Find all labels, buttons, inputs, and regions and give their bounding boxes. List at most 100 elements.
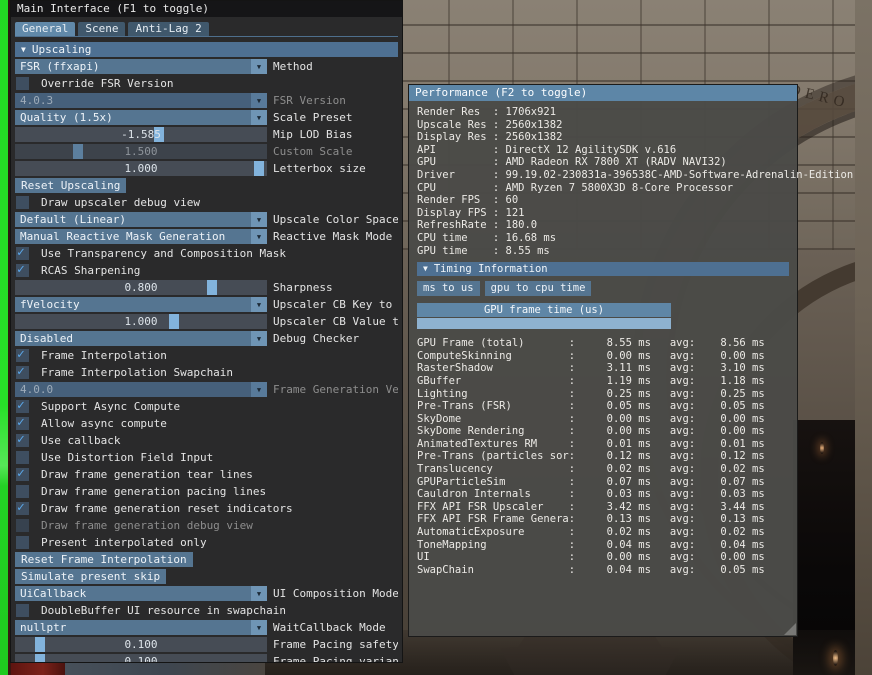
- checkbox-draw-frame-generation-debug-view[interactable]: [16, 519, 29, 532]
- checkbox-allow-async-compute[interactable]: [16, 417, 29, 430]
- combo-label: Frame Generation Versio: [273, 383, 398, 396]
- timing-row-ffx-api-fsr-frame-genera: FFX API FSR Frame Genera: 0.13 ms avg: 0…: [417, 513, 789, 526]
- info-line-render-res: Render Res : 1706x921: [417, 106, 789, 119]
- timing-table: GPU Frame (total) : 8.55 ms avg: 8.56 ms…: [417, 337, 789, 576]
- combo-value: Quality (1.5x): [15, 110, 251, 125]
- info-line-upscale-res: Upscale Res : 2560x1382: [417, 119, 789, 132]
- row-method: FSR (ffxapi)▼Method: [15, 59, 398, 74]
- checkbox-support-async-compute[interactable]: [16, 400, 29, 413]
- combo-debug-checker[interactable]: Disabled▼: [15, 331, 267, 346]
- row-scale-preset: Quality (1.5x)▼Scale Preset: [15, 110, 398, 125]
- button-ms-to-us[interactable]: ms to us: [417, 281, 480, 296]
- checkbox-draw-upscaler-debug-view[interactable]: [16, 196, 29, 209]
- row-frame-pacing-safetymarg: 0.100 Frame Pacing safetyMarg: [15, 637, 398, 652]
- checkbox-label: DoubleBuffer UI resource in swapchain: [41, 604, 286, 617]
- checkbox-doublebuffer-ui-resource-in-swapchain[interactable]: [16, 604, 29, 617]
- timing-information-header[interactable]: ▼Timing Information: [417, 262, 789, 276]
- checkbox-rcas-sharpening[interactable]: [16, 264, 29, 277]
- resize-grip[interactable]: [784, 623, 796, 635]
- frame-generation-tear-line: [0, 0, 8, 675]
- combo-value: FSR (ffxapi): [15, 59, 251, 74]
- chevron-down-icon: ▼: [251, 297, 267, 312]
- combo-ui-composition-mode[interactable]: UiCallback▼: [15, 586, 267, 601]
- slider-label: Frame Pacing safetyMarg: [273, 638, 398, 651]
- row-letterbox-size: 1.000Letterbox size: [15, 161, 398, 176]
- row-rcas-sharpening: RCAS Sharpening: [15, 263, 398, 278]
- row-upscaling: ▼Upscaling: [15, 42, 398, 57]
- slider-frame-pacing-safetymarg[interactable]: 0.100: [15, 637, 267, 652]
- slider-letterbox-size[interactable]: 1.000: [15, 161, 267, 176]
- slider-custom-scale[interactable]: 1.500: [15, 144, 267, 159]
- row-frame-interpolation: Frame Interpolation: [15, 348, 398, 363]
- gpu-frame-time-table-subheader: [417, 318, 671, 329]
- checkbox-use-callback[interactable]: [16, 434, 29, 447]
- checkbox-frame-interpolation[interactable]: [16, 349, 29, 362]
- chevron-down-icon: ▼: [251, 586, 267, 601]
- checkbox-label: Use Transparency and Composition Mask: [41, 247, 286, 260]
- tab-scene[interactable]: Scene: [78, 22, 125, 36]
- chevron-down-icon: ▼: [251, 212, 267, 227]
- checkbox-label: Present interpolated only: [41, 536, 207, 549]
- row-draw-frame-generation-reset-indicators: Draw frame generation reset indicators: [15, 501, 398, 516]
- checkbox-draw-frame-generation-reset-indicators[interactable]: [16, 502, 29, 515]
- combo-waitcallback-mode[interactable]: nullptr▼: [15, 620, 267, 635]
- timing-row-ui: UI : 0.00 ms avg: 0.00 ms: [417, 551, 789, 564]
- stone-column: [855, 0, 872, 675]
- row-reactive-mask-mode: Manual Reactive Mask Generation▼Reactive…: [15, 229, 398, 244]
- checkbox-present-interpolated-only[interactable]: [16, 536, 29, 549]
- checkbox-use-transparency-and-composition-mask[interactable]: [16, 247, 29, 260]
- timing-row-rastershadow: RasterShadow : 3.11 ms avg: 3.10 ms: [417, 362, 789, 375]
- timing-row-automaticexposure: AutomaticExposure : 0.02 ms avg: 0.02 ms: [417, 526, 789, 539]
- info-line-cpu: CPU : AMD Ryzen 7 5800X3D 8-Core Process…: [417, 182, 789, 195]
- button-gpu-to-cpu-time[interactable]: gpu to cpu time: [485, 281, 592, 296]
- tab-bar: GeneralSceneAnti-Lag 2: [15, 22, 398, 37]
- info-line-cpu-time: CPU time : 16.68 ms: [417, 232, 789, 245]
- combo-fsr-version[interactable]: 4.0.3▼: [15, 93, 267, 108]
- combo-method[interactable]: FSR (ffxapi)▼: [15, 59, 267, 74]
- candle-flame: [820, 442, 824, 454]
- checkbox-label: Draw frame generation reset indicators: [41, 502, 293, 515]
- combo-value: 4.0.0: [15, 382, 251, 397]
- slider-label: Sharpness: [273, 281, 333, 294]
- tab-anti-lag-2[interactable]: Anti-Lag 2: [128, 22, 208, 36]
- button-simulate-present-skip[interactable]: Simulate present skip: [15, 569, 166, 584]
- collapsing-header-upscaling[interactable]: ▼Upscaling: [15, 42, 398, 57]
- combo-value: Manual Reactive Mask Generation: [15, 229, 251, 244]
- button-reset-upscaling[interactable]: Reset Upscaling: [15, 178, 126, 193]
- slider-mip-lod-bias[interactable]: -1.585: [15, 127, 267, 142]
- checkbox-label: Override FSR Version: [41, 77, 173, 90]
- slider-upscaler-cb-value-to-se[interactable]: 1.000: [15, 314, 267, 329]
- combo-upscaler-cb-key-to-set[interactable]: fVelocity▼: [15, 297, 267, 312]
- slider-frame-pacing-variancefa[interactable]: 0.100: [15, 654, 267, 663]
- timing-row-tonemapping: ToneMapping : 0.04 ms avg: 0.04 ms: [417, 539, 789, 552]
- row-present-interpolated-only: Present interpolated only: [15, 535, 398, 550]
- gpu-frame-time-table-header[interactable]: GPU frame time (us): [417, 303, 671, 317]
- combo-frame-generation-versio[interactable]: 4.0.0▼: [15, 382, 267, 397]
- button-reset-frame-interpolation[interactable]: Reset Frame Interpolation: [15, 552, 193, 567]
- row-draw-upscaler-debug-view: Draw upscaler debug view: [15, 195, 398, 210]
- combo-reactive-mask-mode[interactable]: Manual Reactive Mask Generation▼: [15, 229, 267, 244]
- checkbox-override-fsr-version[interactable]: [16, 77, 29, 90]
- checkbox-draw-frame-generation-tear-lines[interactable]: [16, 468, 29, 481]
- row-use-transparency-and-composition-mask: Use Transparency and Composition Mask: [15, 246, 398, 261]
- tab-general[interactable]: General: [15, 22, 75, 36]
- candle-flame: [833, 650, 838, 666]
- checkbox-use-distortion-field-input[interactable]: [16, 451, 29, 464]
- performance-titlebar[interactable]: Performance (F2 to toggle): [409, 85, 797, 101]
- row-mip-lod-bias: -1.585Mip LOD Bias: [15, 127, 398, 142]
- combo-upscale-color-space[interactable]: Default (Linear)▼: [15, 212, 267, 227]
- stone-floor: [65, 662, 265, 675]
- timing-row-computeskinning: ComputeSkinning : 0.00 ms avg: 0.00 ms: [417, 350, 789, 363]
- row-reset-upscaling: Reset Upscaling: [15, 178, 398, 193]
- row-doublebuffer-ui-resource-in-swapchain: DoubleBuffer UI resource in swapchain: [15, 603, 398, 618]
- row-waitcallback-mode: nullptr▼WaitCallback Mode: [15, 620, 398, 635]
- timing-row-skydome: SkyDome : 0.00 ms avg: 0.00 ms: [417, 413, 789, 426]
- timing-row-ffx-api-fsr-upscaler: FFX API FSR Upscaler : 3.42 ms avg: 3.44…: [417, 501, 789, 514]
- main-interface-titlebar[interactable]: Main Interface (F1 to toggle): [11, 1, 402, 17]
- checkbox-frame-interpolation-swapchain[interactable]: [16, 366, 29, 379]
- main-interface-window: Main Interface (F1 to toggle) GeneralSce…: [10, 0, 403, 663]
- performance-title: Performance (F2 to toggle): [415, 86, 587, 99]
- combo-scale-preset[interactable]: Quality (1.5x)▼: [15, 110, 267, 125]
- checkbox-draw-frame-generation-pacing-lines[interactable]: [16, 485, 29, 498]
- slider-sharpness[interactable]: 0.800: [15, 280, 267, 295]
